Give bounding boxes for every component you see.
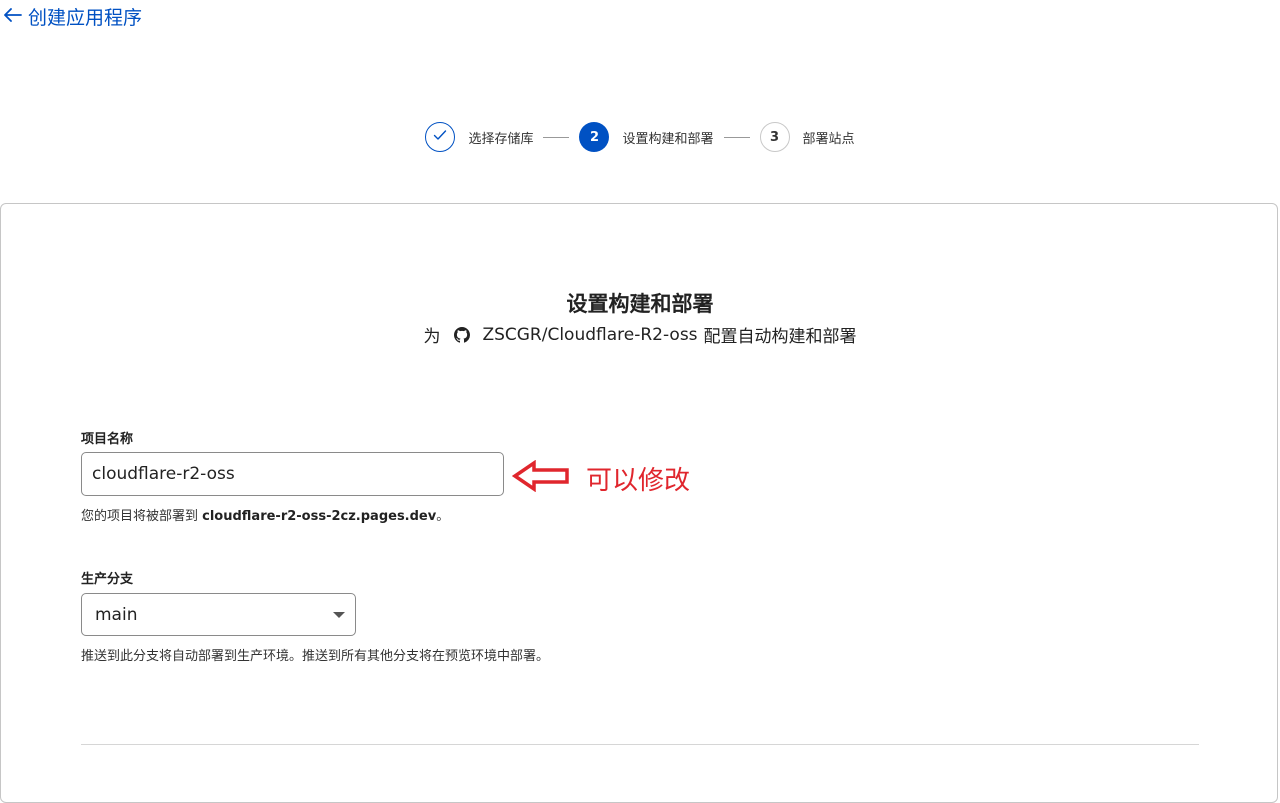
back-link-label: 创建应用程序 <box>28 6 143 29</box>
pages-domain: cloudflare-r2-oss-2cz.pages.dev <box>202 509 437 524</box>
repo-name: ZSCGR/Cloudflare-R2-oss <box>482 324 698 345</box>
project-name-label: 项目名称 <box>81 432 134 447</box>
step-label: 设置构建和部署 <box>622 131 714 147</box>
caret-down-icon <box>333 612 345 618</box>
annotation-text: 可以修改 <box>586 466 691 496</box>
arrow-left-icon <box>4 6 22 27</box>
step-select-repository: 选择存储库 <box>425 122 533 152</box>
selected-branch: main <box>95 604 138 625</box>
annotation-arrow-icon <box>511 459 570 493</box>
production-branch-label: 生产分支 <box>81 572 134 587</box>
back-link[interactable]: 创建应用程序 <box>4 2 142 30</box>
production-branch-help: 推送到此分支将自动部署到生产环境。推送到所有其他分支将在预览环境中部署。 <box>81 649 550 664</box>
step-number: 2 <box>579 122 610 152</box>
subtitle-prefix: 为 <box>423 327 441 347</box>
help-prefix: 您的项目将被部署到 <box>81 509 203 524</box>
step-connector <box>723 136 750 138</box>
help-suffix: 。 <box>436 509 450 524</box>
production-branch-select[interactable]: main <box>81 593 356 636</box>
subtitle-suffix: 配置自动构建和部署 <box>703 327 857 347</box>
step-number: 3 <box>759 122 790 152</box>
step-deploy-site: 3 部署站点 <box>759 122 855 152</box>
stepper: 选择存储库 2 设置构建和部署 3 部署站点 <box>0 120 1280 154</box>
step-connector <box>543 136 570 138</box>
setup-card: 设置构建和部署 为 ZSCGR/Cloudflare-R2-oss 配置自动构建… <box>0 203 1278 803</box>
step-1-complete-circle <box>425 122 456 152</box>
checkmark-icon <box>433 129 447 145</box>
card-title: 设置构建和部署 <box>566 292 714 316</box>
section-divider <box>81 744 1199 745</box>
project-name-help: 您的项目将被部署到 cloudflare-r2-oss-2cz.pages.de… <box>81 505 449 524</box>
project-name-input[interactable] <box>81 452 504 496</box>
step-label: 选择存储库 <box>468 131 534 147</box>
card-subtitle: 为 ZSCGR/Cloudflare-R2-oss 配置自动构建和部署 <box>1 322 1279 348</box>
step-build-deploy: 2 设置构建和部署 <box>579 122 714 152</box>
step-label: 部署站点 <box>802 131 855 147</box>
github-icon <box>454 326 471 343</box>
